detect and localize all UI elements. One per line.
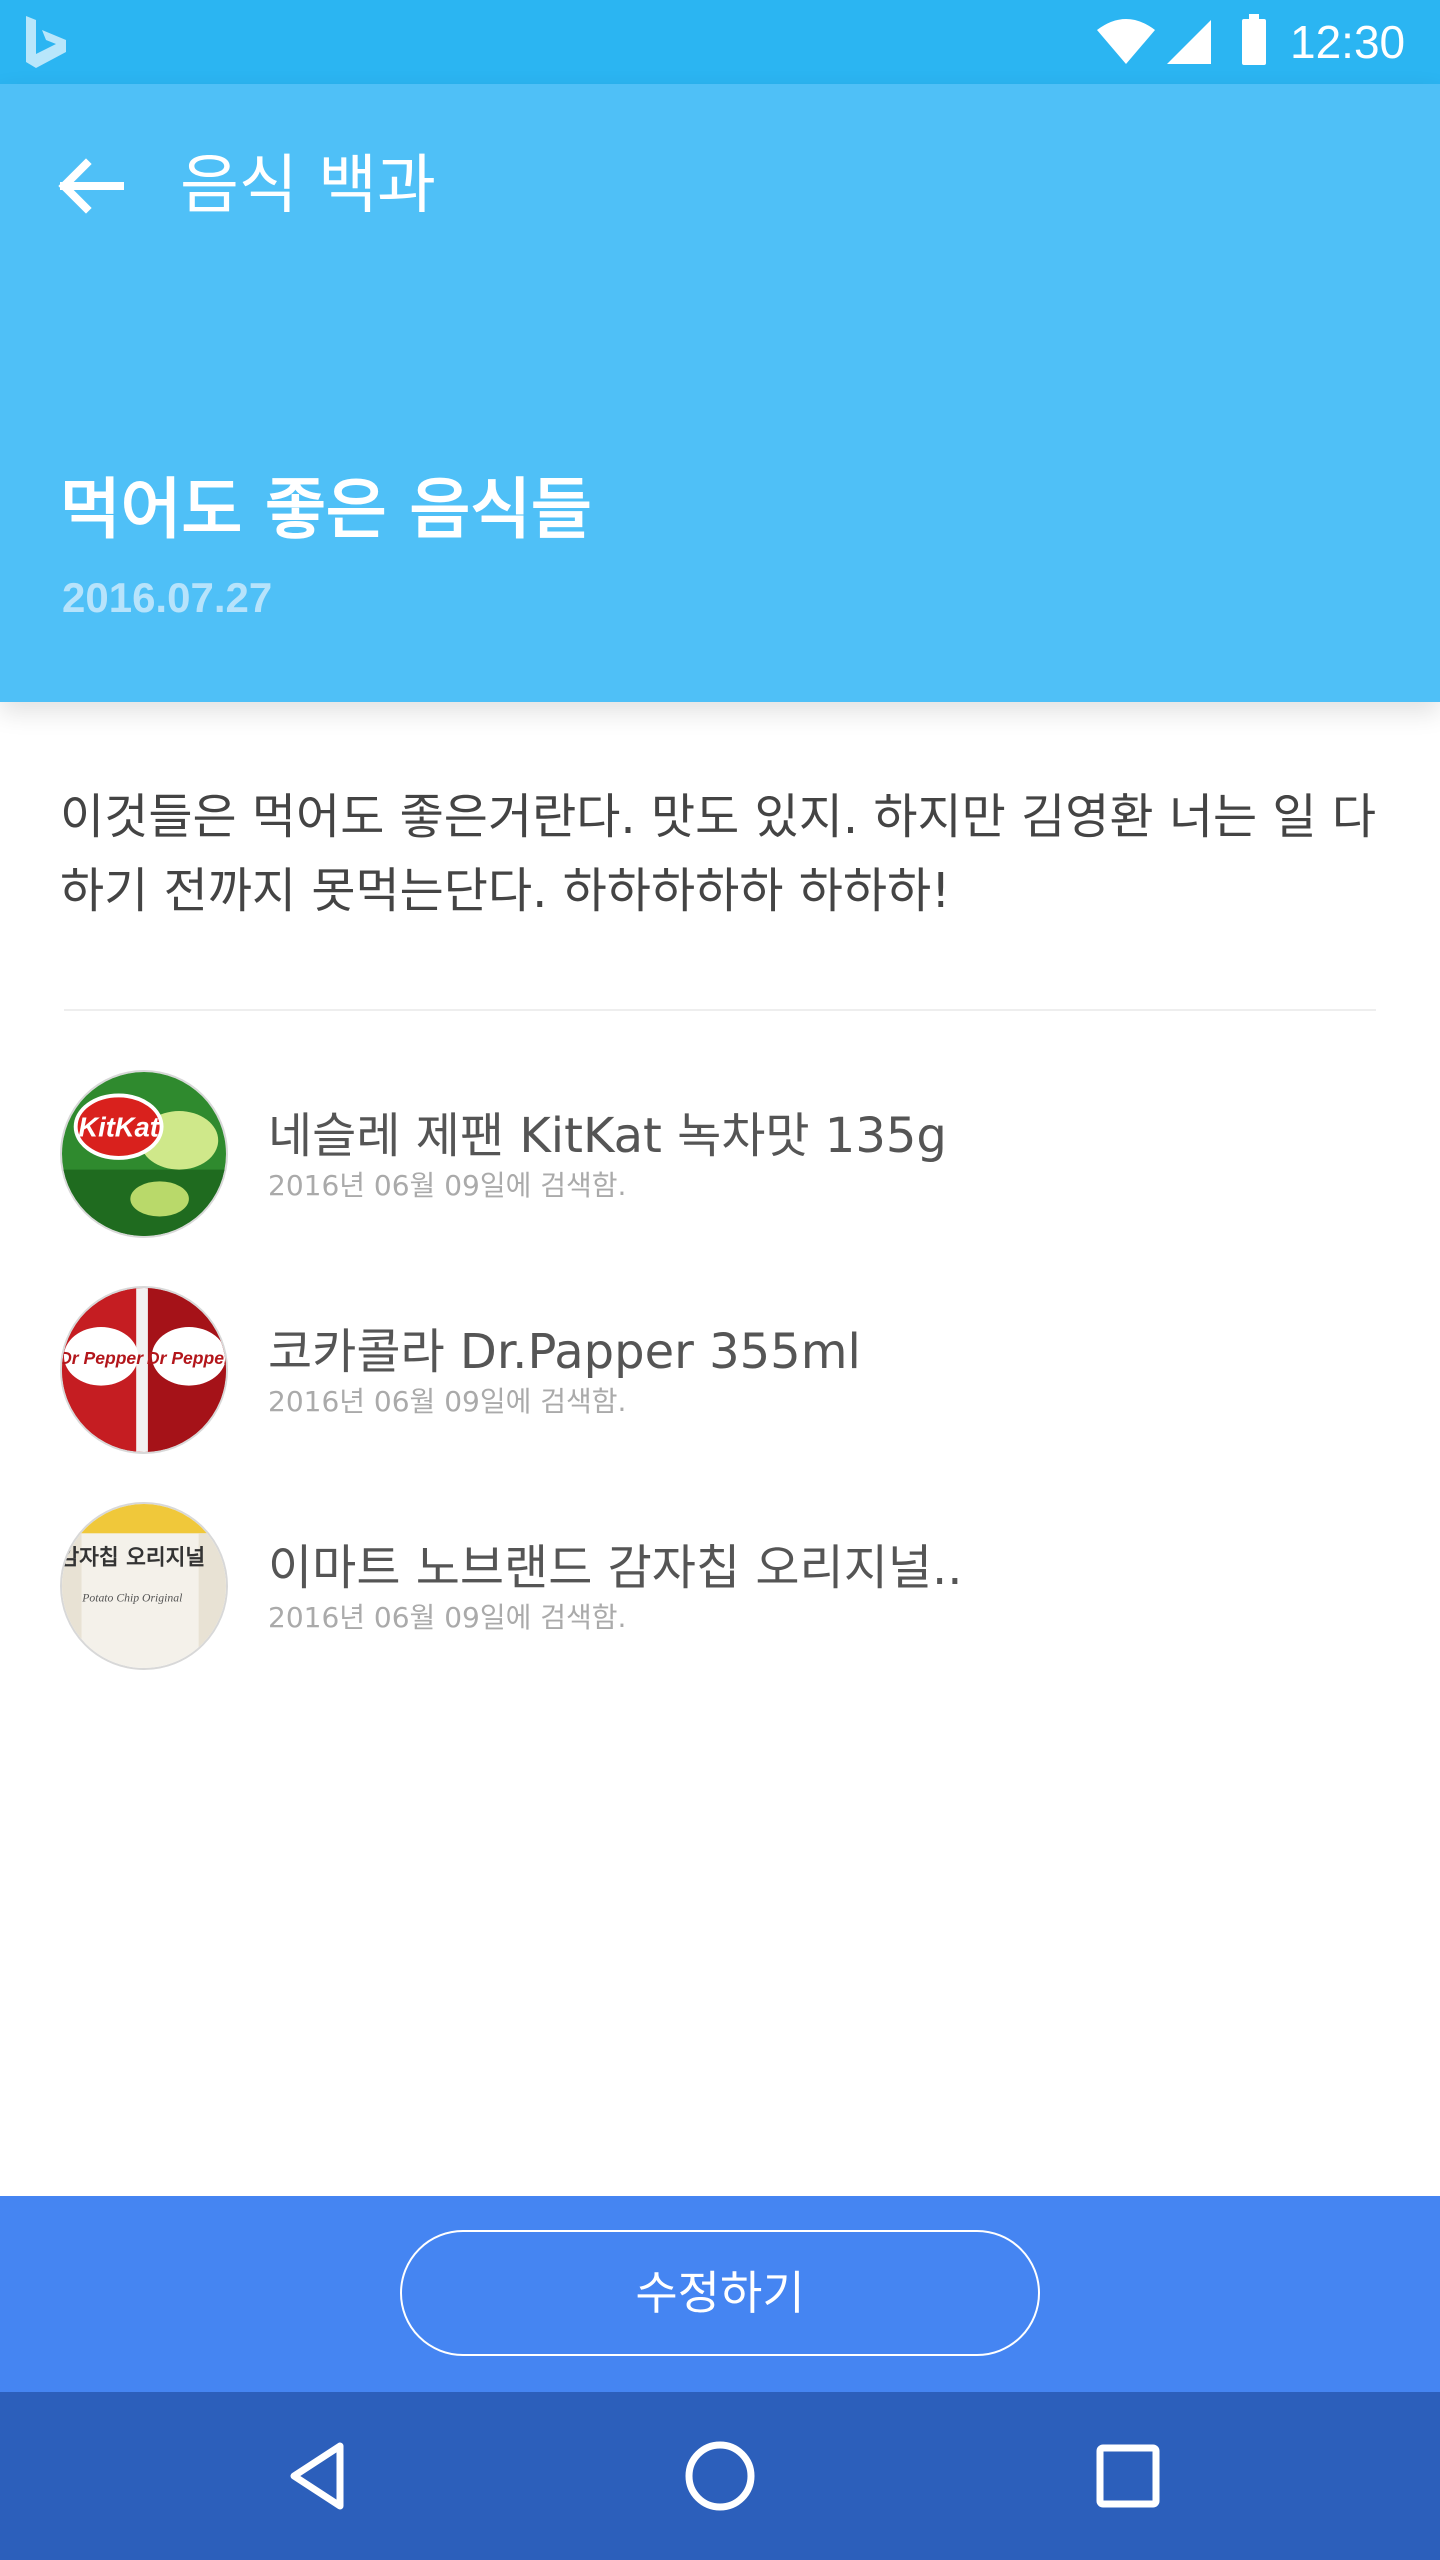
bing-logo-icon bbox=[26, 16, 66, 68]
food-searched-date: 2016년 06월 09일에 검색함. bbox=[268, 1385, 627, 1418]
status-time: 12:30 bbox=[1290, 16, 1406, 68]
svg-text:감자칩 오리지널: 감자칩 오리지널 bbox=[62, 1546, 205, 1571]
divider bbox=[64, 1009, 1376, 1011]
food-name: 네슬레 제팬 KitKat 녹차맛 135g bbox=[268, 1108, 947, 1164]
note-header: 음식 백과 먹어도 좋은 음식들 2016.07.27 bbox=[0, 84, 1440, 702]
home-circle-icon bbox=[685, 2441, 755, 2511]
food-list-item[interactable]: KitKat 네슬레 제팬 KitKat 녹차맛 135g 2016년 06월 … bbox=[60, 1070, 1380, 1240]
nav-back-button[interactable] bbox=[280, 2436, 360, 2516]
food-list-item[interactable]: 감자칩 오리지널 Potato Chip Original 이마트 노브랜드 감… bbox=[60, 1502, 1380, 1672]
note-title: 먹어도 좋은 음식들 bbox=[60, 471, 592, 548]
recents-square-icon bbox=[1096, 2444, 1160, 2508]
back-button[interactable] bbox=[50, 144, 134, 228]
action-bar: 수정하기 bbox=[0, 2196, 1440, 2392]
battery-icon bbox=[1242, 14, 1266, 65]
food-list-item[interactable]: Dr Pepper Dr Pepper 코카콜라 Dr.Papper 355ml… bbox=[60, 1286, 1380, 1456]
food-thumbnail-kitkat: KitKat bbox=[60, 1070, 228, 1238]
food-thumbnail-drpepper: Dr Pepper Dr Pepper bbox=[60, 1286, 228, 1454]
svg-text:Dr Pepper: Dr Pepper bbox=[147, 1348, 226, 1368]
svg-text:Potato Chip Original: Potato Chip Original bbox=[81, 1592, 182, 1605]
food-name: 코카콜라 Dr.Papper 355ml bbox=[268, 1324, 861, 1380]
food-searched-date: 2016년 06월 09일에 검색함. bbox=[268, 1169, 627, 1202]
cell-signal-icon bbox=[1167, 20, 1211, 64]
status-bar: 12:30 bbox=[0, 0, 1440, 84]
note-description: 이것들은 먹어도 좋은거란다. 맛도 있지. 하지만 김영환 너는 일 다 하기… bbox=[60, 789, 1376, 919]
svg-text:KitKat: KitKat bbox=[78, 1111, 160, 1142]
arrow-left-icon bbox=[58, 158, 124, 214]
nav-recents-button[interactable] bbox=[1088, 2436, 1168, 2516]
nav-home-button[interactable] bbox=[680, 2436, 760, 2516]
system-nav-bar bbox=[0, 2392, 1440, 2560]
wifi-icon bbox=[1097, 19, 1155, 64]
app-title: 음식 백과 bbox=[180, 149, 436, 223]
food-searched-date: 2016년 06월 09일에 검색함. bbox=[268, 1601, 627, 1634]
note-date: 2016.07.27 bbox=[62, 574, 273, 621]
svg-text:Dr Pepper: Dr Pepper bbox=[62, 1348, 144, 1368]
food-name: 이마트 노브랜드 감자칩 오리지널.. bbox=[268, 1540, 963, 1596]
food-thumbnail-potato-chip: 감자칩 오리지널 Potato Chip Original bbox=[60, 1502, 228, 1670]
edit-button[interactable]: 수정하기 bbox=[400, 2230, 1040, 2356]
back-triangle-icon bbox=[290, 2442, 344, 2510]
